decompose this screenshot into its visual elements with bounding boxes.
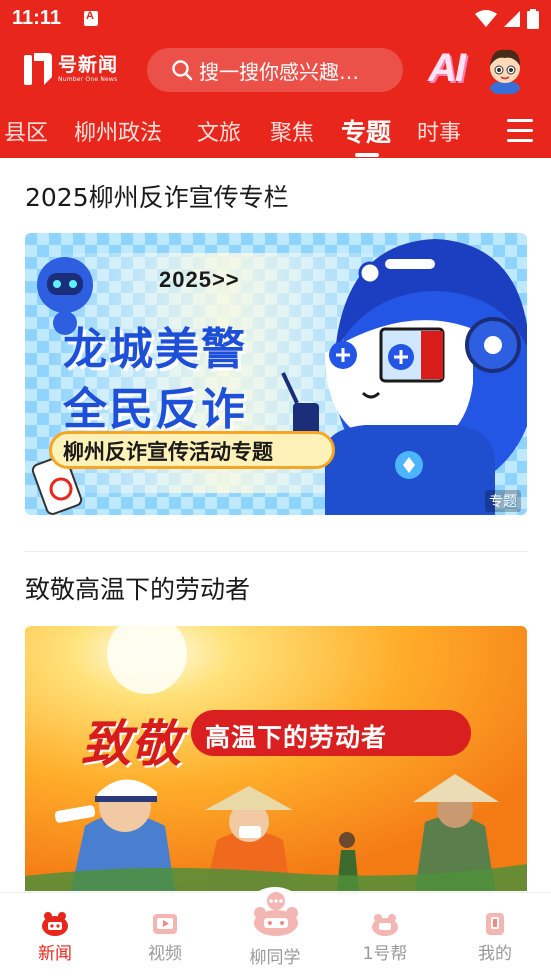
article-divider [25,551,527,552]
help-icon [372,914,398,936]
tab-special[interactable]: 专题 [341,113,391,149]
ai-label: AI [428,46,466,90]
category-tabs: 县区 柳州政法 文旅 聚焦 专题 时事 [0,108,551,158]
tab-liuzhou-law[interactable]: 柳州政法 [74,115,162,147]
tab-county[interactable]: 县区 [4,115,48,147]
ai-assistant-button[interactable]: AI [428,44,528,96]
profile-icon [486,913,504,935]
nav-item-help[interactable]: 1号帮 [330,893,440,979]
app-header: 11:11 号新闻 Number One News 搜一搜你感兴趣… AI [0,0,551,158]
article-title[interactable]: 2025柳州反诈宣传专栏 [25,178,289,214]
nav-label-help: 1号帮 [362,944,408,964]
battery-icon [527,9,539,29]
logo-title: 号新闻 [58,54,119,76]
banner-headline-left: 致敬 [81,714,181,773]
search-placeholder: 搜一搜你感兴趣… [199,59,359,84]
bottom-navigation: 新闻 视频 柳同学 1号帮 我的 [0,887,551,979]
logo-subtitle: Number One News [58,76,118,83]
nav-label-profile: 我的 [478,944,512,964]
nav-item-news[interactable]: 新闻 [0,893,110,979]
nav-item-assistant[interactable]: 柳同学 [220,892,330,979]
system-icons [475,8,539,30]
banner-headline-1: 龙城美警 [63,324,247,375]
nav-item-video[interactable]: 视频 [110,893,220,979]
nav-label-news: 新闻 [38,944,72,964]
article-banner[interactable]: 致敬 高温下的劳动者 [25,626,527,891]
notification-icon [84,10,98,26]
assistant-icon [254,892,298,936]
article-title[interactable]: 致敬高温下的劳动者 [25,570,250,606]
search-input[interactable]: 搜一搜你感兴趣… [147,48,403,92]
banner-subtitle: 柳州反诈宣传活动专题 [63,440,273,464]
banner-headline-right: 高温下的劳动者 [205,723,388,752]
menu-icon[interactable] [507,119,533,143]
banner-year: 2025>> [159,267,240,292]
banner-headline-2: 全民反诈 [63,384,247,435]
nav-label-video: 视频 [148,944,182,964]
logo-mark-icon [24,53,52,85]
signal-icon [504,11,520,27]
article-banner[interactable]: 2025>> 龙城美警 全民反诈 柳州反诈宣传活动专题 专题 [25,233,527,515]
app-logo[interactable]: 号新闻 Number One News [22,49,118,89]
ai-avatar-icon [490,49,520,94]
tab-current-affairs[interactable]: 时事 [417,115,461,147]
nav-item-profile[interactable]: 我的 [440,893,550,979]
nav-label-assistant: 柳同学 [249,948,301,968]
wifi-icon [475,10,497,27]
tab-culture-tourism[interactable]: 文旅 [197,115,241,147]
status-bar: 11:11 [0,0,551,38]
video-icon [153,914,177,934]
search-icon [172,60,193,81]
news-icon [42,912,68,936]
tab-focus[interactable]: 聚焦 [270,115,314,147]
status-time: 11:11 [12,7,61,29]
article-tag: 专题 [485,490,521,512]
active-tab-indicator [355,153,379,157]
